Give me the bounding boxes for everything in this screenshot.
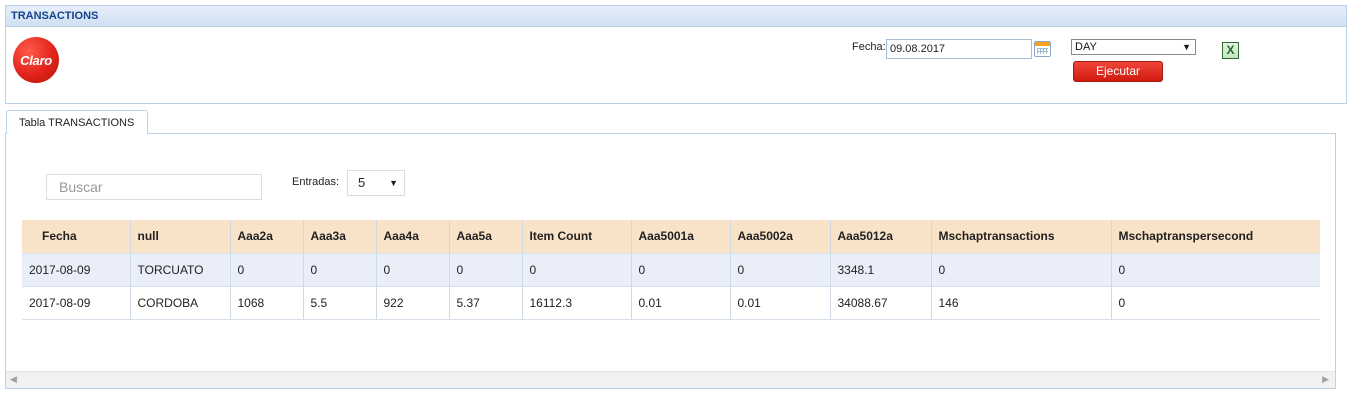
column-header[interactable]: Aaa4a [375,220,449,253]
table-row: 2017-08-09 TORCUATO 0 0 0 0 0 0 0 3348.1… [22,252,1320,286]
ejecutar-button[interactable]: Ejecutar [1073,61,1163,82]
table-cell: 0.01 [729,285,830,320]
table-cell: 5.37 [448,285,522,320]
entries-select[interactable]: 5 ▼ [347,170,405,196]
table-cell: 34088.67 [829,285,931,320]
column-header[interactable]: null [129,220,230,253]
column-header[interactable]: Item Count [521,220,631,253]
horizontal-scrollbar[interactable]: ◀ ▶ [6,371,1335,388]
column-header[interactable]: Aaa5001a [630,220,730,253]
tab-tabla-transactions[interactable]: Tabla TRANSACTIONS [6,110,148,134]
table-cell: 0 [229,252,303,286]
table-cell: 0 [1110,252,1320,286]
table-cell: 0 [630,252,730,286]
column-header[interactable]: Mschaptransactions [930,220,1111,253]
chevron-down-icon: ▼ [389,178,398,188]
entries-select-value: 5 [358,175,366,190]
search-input[interactable]: Buscar [46,174,262,200]
scroll-right-icon[interactable]: ▶ [1322,374,1329,385]
fecha-input[interactable] [886,39,1032,59]
table-cell: 0 [521,252,631,286]
table-cell: 5.5 [302,285,376,320]
table-cell: 922 [375,285,449,320]
table-cell: 2017-08-09 [22,285,130,320]
table-cell: CORDOBA [129,285,230,320]
chevron-down-icon: ▼ [1182,42,1191,52]
claro-logo: Claro [13,37,59,83]
tab-content: Buscar Entradas: 5 ▼ Fecha null Aaa2a Aa… [5,133,1336,389]
table-cell: 0 [930,252,1111,286]
table-cell: 0 [448,252,522,286]
table-cell: 146 [930,285,1111,320]
column-header[interactable]: Aaa5012a [829,220,931,253]
period-select[interactable]: DAY ▼ [1071,39,1196,55]
table-cell: 0.01 [630,285,730,320]
table-cell: 0 [729,252,830,286]
table-cell: 1068 [229,285,303,320]
entries-label: Entradas: [292,176,340,188]
column-header[interactable]: Fecha [22,220,130,253]
column-header[interactable]: Mschaptranspersecond [1110,220,1320,253]
transactions-table: Fecha null Aaa2a Aaa3a Aaa4a Aaa5a Item … [22,220,1320,320]
table-header-row: Fecha null Aaa2a Aaa3a Aaa4a Aaa5a Item … [22,220,1320,253]
panel-title: TRANSACTIONS [6,6,1346,27]
scroll-left-icon[interactable]: ◀ [10,374,17,385]
table-row: 2017-08-09 CORDOBA 1068 5.5 922 5.37 161… [22,285,1320,320]
column-header[interactable]: Aaa2a [229,220,303,253]
table-cell: 2017-08-09 [22,252,130,286]
column-header[interactable]: Aaa5002a [729,220,830,253]
column-header[interactable]: Aaa5a [448,220,522,253]
table-cell: 3348.1 [829,252,931,286]
table-cell: TORCUATO [129,252,230,286]
period-select-value: DAY [1075,41,1097,53]
excel-export-icon[interactable]: X [1222,42,1239,59]
table-cell: 0 [1110,285,1320,320]
table-cell: 0 [302,252,376,286]
calendar-icon[interactable] [1034,41,1051,57]
fecha-label: Fecha: [852,41,886,53]
transactions-panel: TRANSACTIONS Claro Fecha: DAY ▼ X Ejecut… [5,5,1347,104]
table-cell: 0 [375,252,449,286]
column-header[interactable]: Aaa3a [302,220,376,253]
table-cell: 16112.3 [521,285,631,320]
